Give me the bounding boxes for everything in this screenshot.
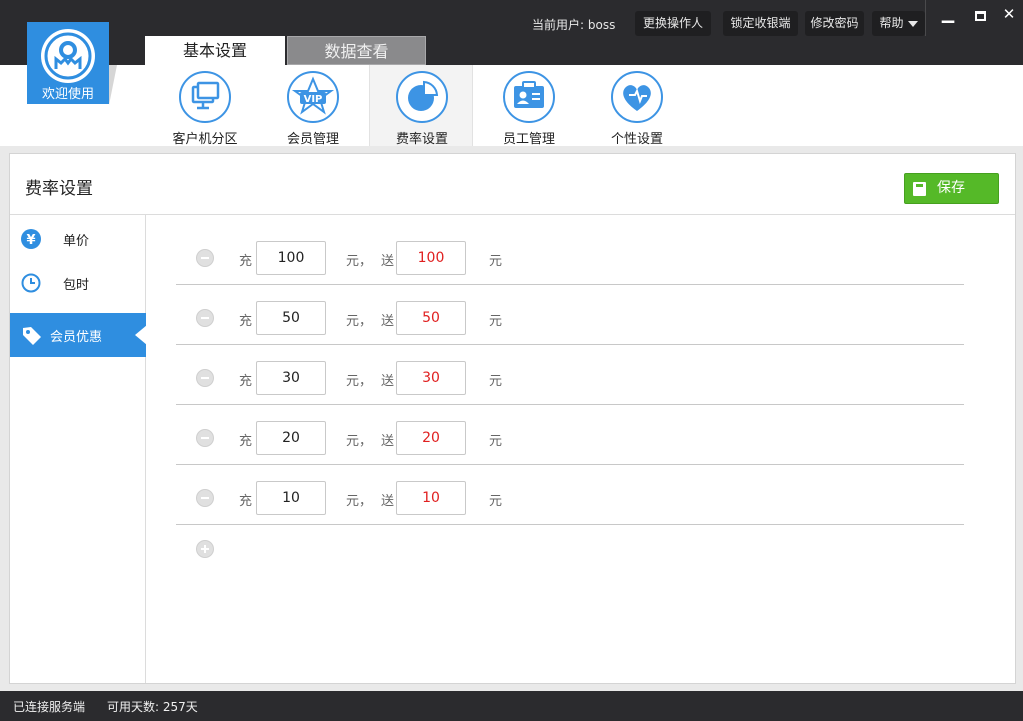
gift-amount-input[interactable] [396,421,466,455]
svg-text:VIP: VIP [304,94,323,105]
gift-amount-input[interactable] [396,301,466,335]
side-nav: ¥ 单价 包时 会员优惠 [10,215,147,683]
discount-row: 充 元， 送 元 [176,405,964,465]
clock-icon [21,273,41,293]
remove-row-icon[interactable] [196,309,214,327]
yuan-comma-label: 元， [346,254,373,269]
monitor-icon [179,71,231,123]
yuan-comma-label: 元， [346,314,373,329]
days-remaining: 可用天数: 257天 [107,700,198,714]
tool-staff-management[interactable]: 员工管理 [477,65,581,147]
help-label: 帮助 [879,16,904,30]
logo-shadow [109,65,117,105]
connection-status: 已连接服务端 [13,700,86,714]
yuan-icon: ¥ [21,229,41,249]
minimize-icon[interactable]: ▁ [937,4,959,23]
maximize-icon[interactable] [969,6,991,25]
add-row-area [176,536,964,566]
logo-icon [41,29,95,83]
window-controls-divider [925,0,926,36]
tool-personal-settings[interactable]: 个性设置 [585,65,689,147]
tool-label: 员工管理 [502,132,555,147]
pie-chart-icon [396,71,448,123]
charge-label: 充 [239,254,253,269]
yuan-label: 元 [489,434,503,449]
remove-row-icon[interactable] [196,249,214,267]
gift-amount-input[interactable] [396,361,466,395]
discount-row: 充 元， 送 元 [176,285,964,345]
charge-amount-input[interactable] [256,241,326,275]
nav-item-hourly-package[interactable]: 包时 [10,261,146,305]
nav-item-label: 包时 [63,278,90,293]
charge-label: 充 [239,494,253,509]
nav-item-label: 单价 [63,234,90,249]
give-label: 送 [381,314,395,329]
charge-amount-input[interactable] [256,481,326,515]
charge-amount-input[interactable] [256,421,326,455]
toolbar: 客户机分区 VIP 会员管理 费率设置 员工管理 个性设置 [0,65,1023,147]
tool-label: 个性设置 [610,132,663,147]
app-logo: 欢迎使用 [27,22,109,104]
save-button[interactable]: 保存 [904,173,999,204]
yuan-label: 元 [489,314,503,329]
save-icon [913,182,926,196]
add-row-icon[interactable] [196,540,214,558]
give-label: 送 [381,254,395,269]
remove-row-icon[interactable] [196,369,214,387]
yuan-label: 元 [489,254,503,269]
tool-client-zones[interactable]: 客户机分区 [153,65,257,147]
gift-amount-input[interactable] [396,481,466,515]
page-title: 费率设置 [25,179,93,199]
remove-row-icon[interactable] [196,429,214,447]
nav-item-unit-price[interactable]: ¥ 单价 [10,217,146,261]
tool-label: 会员管理 [286,132,339,147]
panel-header: 费率设置 保存 [10,154,1015,215]
discount-row: 充 元， 送 元 [176,225,964,285]
heart-icon [611,71,663,123]
logo-label: 欢迎使用 [41,87,94,102]
tab-data-view[interactable]: 数据查看 [287,36,426,65]
id-card-icon [503,71,555,123]
tag-icon [21,325,41,345]
nav-item-member-discount[interactable]: 会员优惠 [10,313,147,357]
switch-operator-button[interactable]: 更换操作人 [635,11,711,36]
lock-register-button[interactable]: 锁定收银端 [723,11,798,36]
yuan-comma-label: 元， [346,434,373,449]
tab-basic-settings[interactable]: 基本设置 [145,36,285,65]
tool-label: 费率设置 [395,132,448,147]
title-bar: 当前用户: boss 更换操作人 锁定收银端 修改密码 帮助 ▁ ✕ 基本设置 … [0,0,1023,65]
current-user-label: 当前用户: boss [532,18,616,32]
give-label: 送 [381,374,395,389]
give-label: 送 [381,494,395,509]
give-label: 送 [381,434,395,449]
remove-row-icon[interactable] [196,489,214,507]
discount-row: 充 元， 送 元 [176,465,964,525]
yuan-comma-label: 元， [346,374,373,389]
help-button[interactable]: 帮助 [872,11,925,36]
tool-label: 客户机分区 [172,132,238,147]
charge-label: 充 [239,314,253,329]
vip-icon: VIP [287,71,339,123]
close-icon[interactable]: ✕ [998,5,1020,23]
save-label: 保存 [937,180,965,196]
status-bar: 已连接服务端 可用天数: 257天 [0,691,1023,721]
change-password-button[interactable]: 修改密码 [805,11,864,36]
charge-label: 充 [239,434,253,449]
tool-rate-settings[interactable]: 费率设置 [369,65,473,147]
charge-amount-input[interactable] [256,361,326,395]
chevron-down-icon [907,20,918,27]
gift-amount-input[interactable] [396,241,466,275]
yuan-comma-label: 元， [346,494,373,509]
discount-row: 充 元， 送 元 [176,345,964,405]
charge-label: 充 [239,374,253,389]
tool-member-management[interactable]: VIP 会员管理 [261,65,365,147]
svg-text:¥: ¥ [26,233,35,248]
yuan-label: 元 [489,374,503,389]
nav-item-label: 会员优惠 [50,330,103,345]
yuan-label: 元 [489,494,503,509]
charge-amount-input[interactable] [256,301,326,335]
